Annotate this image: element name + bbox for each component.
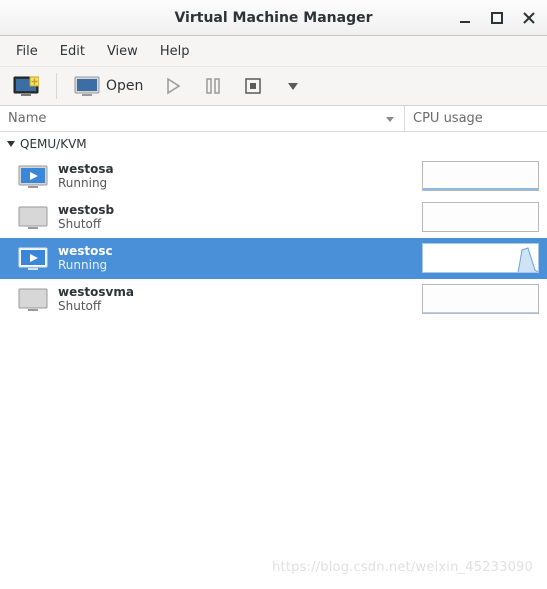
vm-state-icon <box>18 288 48 310</box>
play-icon <box>164 77 182 95</box>
toolbar: Open <box>0 66 547 106</box>
shutdown-menu-button[interactable] <box>276 71 310 101</box>
monitor-icon <box>74 76 100 96</box>
minimize-button[interactable] <box>455 8 475 28</box>
vm-row[interactable]: westosc Running <box>0 238 547 279</box>
vm-row[interactable]: westosa Running <box>0 156 547 197</box>
vm-text: westosc Running <box>58 244 398 272</box>
vm-name: westosb <box>58 203 398 217</box>
stop-icon <box>244 77 262 95</box>
vm-text: westosvma Shutoff <box>58 285 398 313</box>
vm-status: Shutoff <box>58 299 398 313</box>
hypervisor-label: QEMU/KVM <box>20 137 87 151</box>
pause-icon <box>204 77 222 95</box>
maximize-button[interactable] <box>487 8 507 28</box>
vm-status: Shutoff <box>58 217 398 231</box>
shutdown-button[interactable] <box>236 71 270 101</box>
title-bar: Virtual Machine Manager <box>0 0 547 36</box>
vm-state-icon <box>18 247 48 269</box>
hypervisor-row[interactable]: QEMU/KVM <box>0 132 547 156</box>
vm-row[interactable]: westosvma Shutoff <box>0 279 547 320</box>
cpu-usage-graph <box>422 161 539 191</box>
menu-edit[interactable]: Edit <box>50 40 95 63</box>
close-icon <box>522 11 536 25</box>
column-headers: Name CPU usage <box>0 106 547 132</box>
run-button[interactable] <box>156 71 190 101</box>
vm-name: westosvma <box>58 285 398 299</box>
column-cpu[interactable]: CPU usage <box>405 106 547 131</box>
menu-help[interactable]: Help <box>150 40 200 63</box>
menu-view[interactable]: View <box>97 40 148 63</box>
new-vm-button[interactable] <box>6 71 46 101</box>
open-button[interactable]: Open <box>67 71 150 101</box>
maximize-icon <box>490 11 504 25</box>
vm-text: westosb Shutoff <box>58 203 398 231</box>
column-name[interactable]: Name <box>0 106 405 131</box>
column-cpu-label: CPU usage <box>413 111 483 126</box>
column-name-label: Name <box>8 111 46 126</box>
pause-button[interactable] <box>196 71 230 101</box>
vm-state-icon <box>18 206 48 228</box>
vm-row[interactable]: westosb Shutoff <box>0 197 547 238</box>
vm-list[interactable]: QEMU/KVM westosa Running westosb Shutoff <box>0 132 547 589</box>
chevron-down-icon <box>286 79 300 93</box>
cpu-usage-graph <box>422 202 539 232</box>
vm-text: westosa Running <box>58 162 398 190</box>
open-label: Open <box>106 78 143 94</box>
expander-icon <box>6 139 16 149</box>
vm-status: Running <box>58 258 398 272</box>
sort-desc-icon <box>384 113 396 125</box>
new-vm-icon <box>13 76 39 96</box>
menu-file[interactable]: File <box>6 40 48 63</box>
close-button[interactable] <box>519 8 539 28</box>
vm-name: westosa <box>58 162 398 176</box>
toolbar-separator <box>56 73 57 99</box>
vm-status: Running <box>58 176 398 190</box>
cpu-usage-graph <box>422 243 539 273</box>
cpu-usage-graph <box>422 284 539 314</box>
minimize-icon <box>458 11 472 25</box>
vm-state-icon <box>18 165 48 187</box>
window-controls <box>455 8 539 28</box>
vm-name: westosc <box>58 244 398 258</box>
menu-bar: File Edit View Help <box>0 36 547 66</box>
